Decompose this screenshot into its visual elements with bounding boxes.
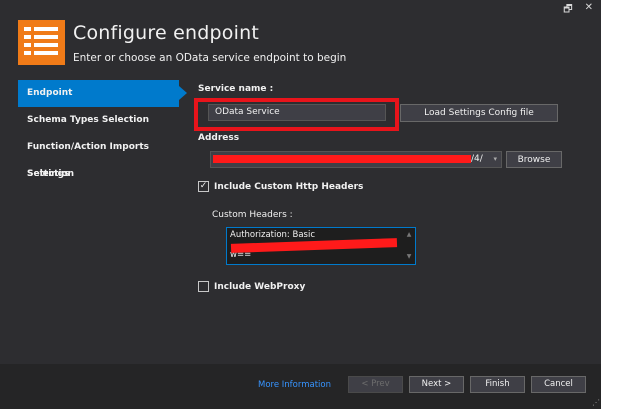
nav-item-settings[interactable]: Settings [18,161,178,188]
nav-item-endpoint[interactable]: Endpoint [18,80,187,107]
dialog-window: 🗗 ✕ Configure endpoint Enter or choose a… [0,0,601,409]
address-label: Address [198,133,240,143]
scroll-up-icon[interactable]: ▲ [407,230,412,240]
scroll-down-icon[interactable]: ▼ [407,252,412,262]
more-information-link[interactable]: More Information [258,380,331,390]
highlight-box [194,98,399,131]
include-proxy-label: Include WebProxy [214,282,306,292]
include-proxy-checkbox[interactable] [198,281,209,292]
resize-grip-icon[interactable]: ⋰ [592,398,600,407]
prev-button[interactable]: < Prev [348,376,403,393]
window-controls: 🗗 ✕ [563,2,593,19]
page-title: Configure endpoint [73,22,259,44]
custom-headers-label: Custom Headers : [212,210,293,220]
redacted-address [213,155,471,163]
load-settings-button[interactable]: Load Settings Config file [400,104,558,122]
finish-button[interactable]: Finish [470,376,525,393]
include-headers-checkbox[interactable]: ✓ [198,181,209,192]
odata-logo-icon [18,20,65,65]
wizard-nav: Endpoint Schema Types Selection Function… [18,80,187,188]
service-name-label: Service name : [198,84,274,94]
close-icon[interactable]: ✕ [585,2,593,19]
include-headers-label: Include Custom Http Headers [214,182,364,192]
textarea-scrollbar[interactable]: ▲ ▼ [405,230,413,262]
browse-button[interactable]: Browse [506,151,562,168]
restore-icon[interactable]: 🗗 [563,2,572,19]
next-button[interactable]: Next > [409,376,464,393]
chevron-down-icon[interactable]: ▾ [493,152,497,167]
address-suffix: /4/ [471,154,483,164]
nav-item-function-imports[interactable]: Function/Action Imports Selection [18,134,178,179]
page-subtitle: Enter or choose an OData service endpoin… [73,52,347,64]
cancel-button[interactable]: Cancel [531,376,586,393]
nav-item-schema-types[interactable]: Schema Types Selection [18,107,178,134]
